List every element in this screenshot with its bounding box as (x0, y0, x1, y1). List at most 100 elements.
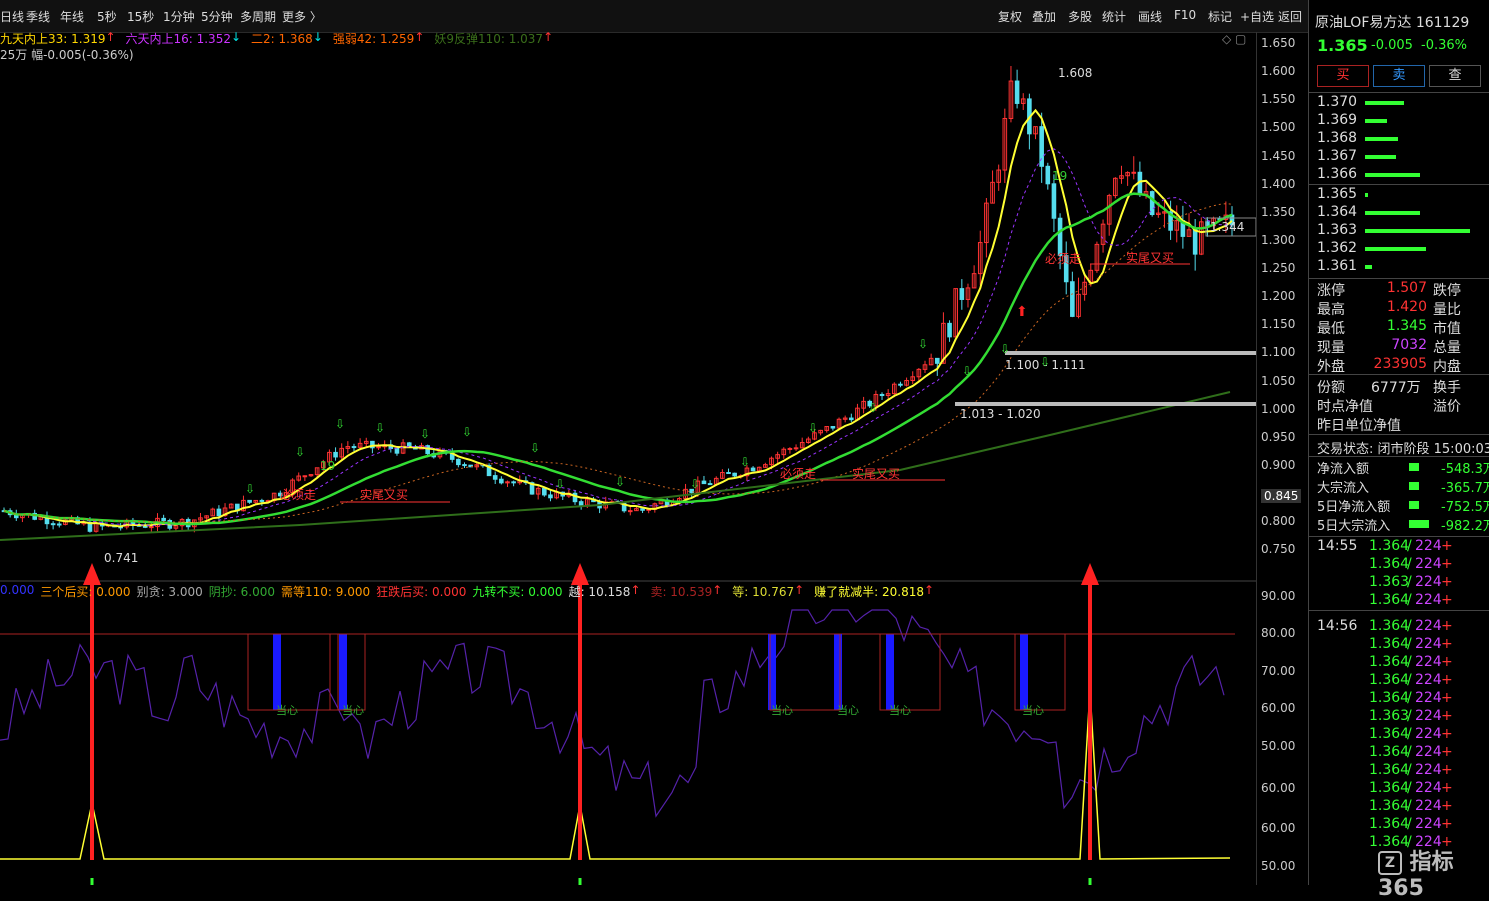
period-tab-3[interactable]: 5秒 (97, 8, 117, 25)
tick-plus-icon: + (1441, 708, 1453, 724)
tick-plus-icon: + (1441, 538, 1453, 554)
stat-value: 1.420 (1386, 299, 1427, 315)
tick-slash: / (1407, 690, 1412, 706)
tool-button-3[interactable]: 统计 (1102, 8, 1126, 25)
period-tab-2[interactable]: 年线 (60, 8, 84, 25)
chart-settings-icon[interactable]: ◇ ▢ (1222, 32, 1246, 46)
indicator-value-4: 需等110: 9.000 (281, 585, 371, 599)
flow-label: 大宗流入 (1317, 481, 1370, 496)
prev-nav-label: 昨日单位净值 (1317, 418, 1401, 434)
candle-body (406, 442, 412, 448)
buy-signal-arrow-icon: ⇩ (462, 425, 472, 439)
flow-bar (1409, 520, 1429, 528)
sub-tick-label: 60.00 (1261, 821, 1296, 835)
tick-price: 1.364 (1369, 654, 1410, 670)
period-tab-4[interactable]: 15秒 (127, 8, 154, 25)
caution-label: 当心 (889, 703, 911, 717)
nav-label: 时点净值 (1317, 399, 1373, 415)
indicator-value-7: 越: 10.158 (568, 585, 631, 599)
tick-slash: / (1407, 654, 1412, 670)
tick-list[interactable]: 14:55 1.364/224 +1.364/224 +1.363/224 +1.364… (1309, 536, 1489, 885)
tick-price: 1.364 (1369, 744, 1410, 760)
period-tab-1[interactable]: 季线 (26, 8, 50, 25)
tick-volume: 224 (1415, 726, 1442, 742)
indicator-arrow-icon: ↑ (543, 30, 554, 44)
query-button[interactable]: 查 (1429, 65, 1481, 87)
tick-volume: 224 (1415, 556, 1442, 572)
big-buy-arrow-head-icon (83, 563, 101, 585)
indicator-value-9: 等: 10.767 (732, 585, 795, 599)
flow-label: 净流入额 (1317, 462, 1370, 477)
ask-price: 1.366 (1317, 166, 1358, 182)
candle-body (542, 487, 547, 496)
stat-label: 现量 (1317, 340, 1345, 356)
tick-plus-icon: + (1441, 780, 1453, 796)
signal-buy-label: 实尾又买 (360, 487, 408, 502)
signal-sell-label: 必须走 (780, 467, 816, 481)
candlestick-chart[interactable]: 1.6080.7411.3441.100 - 1.1111.013 - 1.02… (0, 32, 1256, 885)
period-tab-7[interactable]: 多周期 (240, 8, 276, 25)
tool-button-8[interactable]: 返回 (1278, 8, 1302, 25)
price-tick-label: 1.400 (1261, 176, 1296, 191)
price-tick-label: 1.150 (1261, 317, 1296, 332)
price-tick-label: 1.300 (1261, 232, 1296, 247)
bid-volume-bar (1365, 247, 1426, 251)
tool-button-6[interactable]: 标记 (1208, 8, 1232, 25)
tick-price: 1.364 (1369, 672, 1410, 688)
indicator-arrow-icon: ↑ (105, 30, 116, 44)
indicator-arrow-icon: ↑ (712, 583, 723, 597)
sub-zone-outline (769, 633, 841, 711)
ask-price: 1.367 (1317, 148, 1358, 164)
sell-button[interactable]: 卖 (1373, 65, 1425, 87)
price-change-pct: -0.36% (1421, 38, 1467, 53)
tick-price: 1.364 (1369, 556, 1410, 572)
sub-tick-label: 60.00 (1261, 781, 1296, 795)
signal-count-label: 19 (320, 459, 335, 473)
candle-body (793, 447, 799, 450)
candle-body (456, 458, 461, 466)
quote-stats: 涨停 1.507 跌停 最高 1.420 量比 最低 1.345 市值 现量 7032 总量 外盘 233… (1309, 278, 1489, 375)
sub-zone-outline (329, 633, 366, 711)
bid-volume-bar (1365, 211, 1420, 215)
indicator-value-10: 赚了就减半: 20.818 (814, 585, 925, 599)
ask-price: 1.370 (1317, 94, 1358, 110)
flow-value: -365.7万 (1441, 481, 1489, 496)
tool-button-2[interactable]: 多股 (1068, 8, 1092, 25)
tick-slash: / (1407, 744, 1412, 760)
tool-button-5[interactable]: F10 (1174, 8, 1196, 22)
tick-volume: 224 (1415, 780, 1442, 796)
tick-price: 1.364 (1369, 592, 1410, 608)
price-tick-label: 1.000 (1261, 401, 1296, 416)
candle-body (1045, 165, 1051, 185)
period-tab-8[interactable]: 更多 〉 (282, 8, 322, 25)
signal-buy-label: 实尾又买 (852, 466, 900, 481)
tick-price: 1.363 (1369, 708, 1410, 724)
tool-button-0[interactable]: 复权 (998, 8, 1022, 25)
price-tick-label: 1.650 (1261, 36, 1296, 50)
ma-mid-line (3, 148, 1233, 527)
buy-button[interactable]: 买 (1317, 65, 1369, 87)
period-tab-6[interactable]: 5分钟 (201, 8, 233, 25)
band-lower (955, 402, 1256, 406)
period-toolbar: 日线 季线 年线 5秒 15秒 1分钟 5分钟 多周期 更多 〉 复权 叠加 多股 统计 画线 F10 标记 +… (0, 0, 1308, 33)
price-change: -0.005 (1371, 38, 1413, 53)
tick-volume: 224 (1415, 744, 1442, 760)
tool-button-4[interactable]: 画线 (1138, 8, 1162, 25)
signal-buy-label: 实尾又买 (1126, 250, 1174, 265)
tool-button-7[interactable]: +自选 (1240, 8, 1274, 25)
sub-tick-label: 50.00 (1261, 739, 1296, 753)
indicator-value-1: 六天内上16: 1.352 (125, 32, 231, 46)
tick-volume: 224 (1415, 618, 1442, 634)
sub-blue-bar (834, 634, 842, 710)
high-price-label: 1.608 (1058, 66, 1092, 80)
period-tab-5[interactable]: 1分钟 (163, 8, 195, 25)
tick-slash: / (1407, 726, 1412, 742)
indicator-value-3: 阴抄: 6.000 (208, 585, 276, 599)
caution-label: 当心 (276, 703, 298, 717)
period-tab-0[interactable]: 日线 (0, 8, 24, 25)
indicator-value-1: 三个后买: 0.000 (40, 585, 131, 599)
signal-count-label: 19 (1052, 169, 1067, 183)
tool-button-1[interactable]: 叠加 (1032, 8, 1056, 25)
low-price-label: 0.741 (104, 551, 138, 565)
tick-price: 1.363 (1369, 574, 1410, 590)
